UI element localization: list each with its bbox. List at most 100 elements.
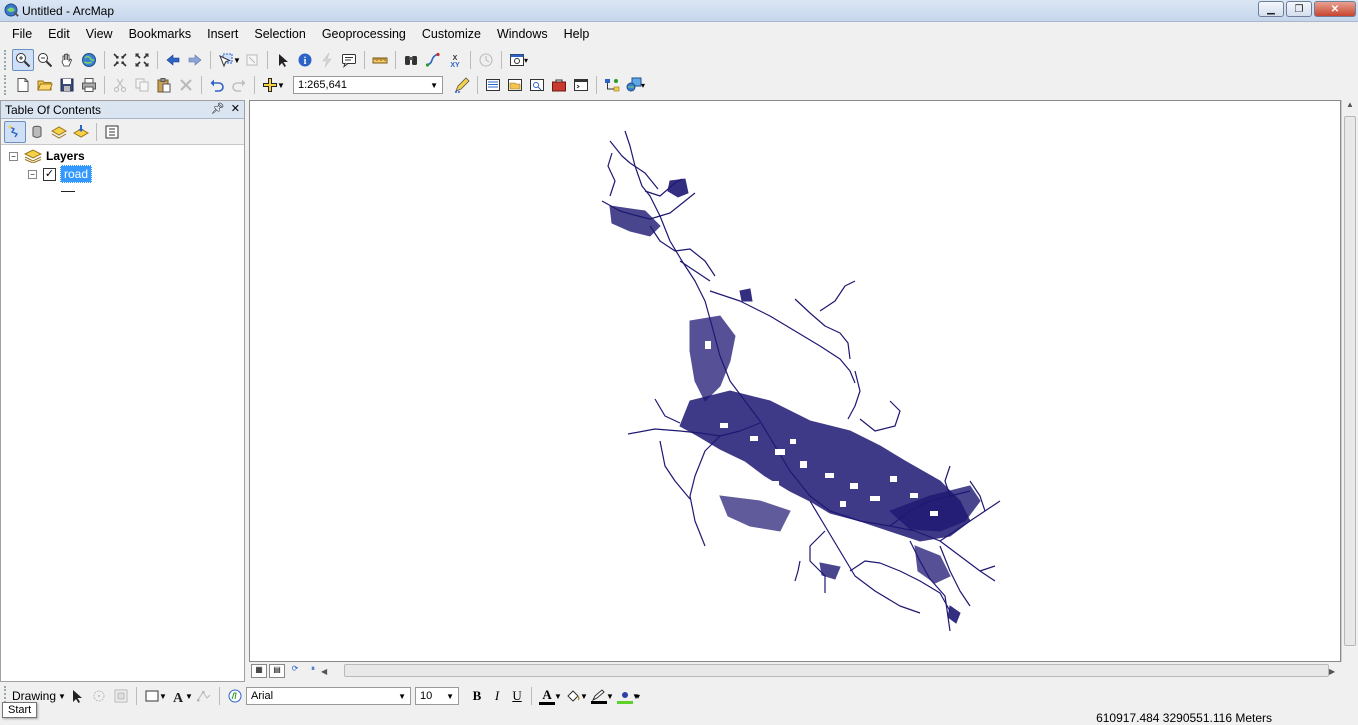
pause-drawing-icon[interactable]: ⏸ xyxy=(305,664,321,678)
layer-visibility-checkbox[interactable]: ✓ xyxy=(43,167,56,181)
arctoolbox-icon[interactable] xyxy=(548,74,570,96)
font-size-combobox[interactable]: 10 ▼ xyxy=(415,687,460,705)
map-vertical-scrollbar[interactable]: ▲ xyxy=(1341,100,1358,662)
table-of-contents-window-icon[interactable] xyxy=(482,74,504,96)
delete-x-icon[interactable] xyxy=(175,74,197,96)
layers-group-row[interactable]: − Layers xyxy=(9,147,85,165)
font-dropdown-arrow-icon[interactable]: ▼ xyxy=(398,692,406,701)
drawing-menu-arrow-icon[interactable]: ▼ xyxy=(58,692,66,701)
zoom-in-icon[interactable] xyxy=(12,49,34,71)
scroll-up-arrow-icon[interactable]: ▲ xyxy=(1342,100,1358,114)
fixed-zoom-out-icon[interactable] xyxy=(131,49,153,71)
horizontal-scroll-thumb[interactable] xyxy=(344,664,1329,677)
layout-view-button[interactable]: ▤ xyxy=(269,664,285,678)
data-view-button[interactable]: ▦ xyxy=(251,664,267,678)
editor-toolbar-icon[interactable] xyxy=(451,74,473,96)
go-back-extent-icon[interactable] xyxy=(162,49,184,71)
bold-button[interactable]: B xyxy=(467,688,487,704)
identify-icon[interactable]: i xyxy=(294,49,316,71)
italic-button[interactable]: I xyxy=(487,688,507,704)
minimize-button[interactable]: ▁ xyxy=(1258,1,1284,17)
select-elements-arrow-icon[interactable] xyxy=(66,685,88,707)
edit-vertices-icon[interactable] xyxy=(193,685,215,707)
new-document-icon[interactable] xyxy=(12,74,34,96)
refresh-icon[interactable]: ⟳ xyxy=(287,664,303,678)
catalog-window-icon[interactable] xyxy=(504,74,526,96)
toolbar-grip[interactable] xyxy=(4,50,8,70)
toolbar-grip[interactable] xyxy=(4,75,8,95)
zoom-to-selected-elements-icon[interactable] xyxy=(110,685,132,707)
menu-selection[interactable]: Selection xyxy=(246,25,313,43)
font-size-dropdown-arrow-icon[interactable]: ▼ xyxy=(446,692,454,701)
select-elements-arrow-icon[interactable] xyxy=(272,49,294,71)
full-extent-globe-icon[interactable] xyxy=(78,49,100,71)
toc-close-icon[interactable]: ✕ xyxy=(231,102,240,115)
layer-row-road[interactable]: − ✓ road xyxy=(28,165,93,183)
menu-customize[interactable]: Customize xyxy=(414,25,489,43)
python-window-icon[interactable] xyxy=(570,74,592,96)
menu-insert[interactable]: Insert xyxy=(199,25,246,43)
close-window-button[interactable]: ✕ xyxy=(1314,1,1356,17)
restore-button[interactable]: ❐ xyxy=(1286,1,1312,17)
font-color-dropdown-arrow-icon[interactable]: ▼ xyxy=(554,692,562,701)
model-builder-icon[interactable] xyxy=(601,74,623,96)
auto-hide-pin-icon[interactable]: 📌︎ xyxy=(211,102,225,115)
font-name-combobox[interactable]: Arial ▼ xyxy=(246,687,412,705)
layer-collapse-icon[interactable]: − xyxy=(28,169,37,179)
map-scale-combobox[interactable]: 1:265,641 ▼ xyxy=(293,76,443,94)
go-forward-extent-icon[interactable] xyxy=(184,49,206,71)
fixed-zoom-in-icon[interactable] xyxy=(109,49,131,71)
measure-ruler-icon[interactable] xyxy=(369,49,391,71)
clear-selection-icon[interactable] xyxy=(241,49,263,71)
select-dropdown-arrow-icon[interactable]: ▼ xyxy=(233,56,241,65)
shape-dropdown-arrow-icon[interactable]: ▼ xyxy=(159,692,167,701)
rotate-icon[interactable] xyxy=(88,685,110,707)
go-to-xy-icon[interactable]: X XY xyxy=(444,49,466,71)
list-by-source-icon[interactable] xyxy=(26,121,48,143)
list-by-drawing-order-icon[interactable] xyxy=(4,120,26,143)
scroll-right-arrow-icon[interactable]: ▶ xyxy=(1329,667,1335,676)
search-window-icon[interactable] xyxy=(526,74,548,96)
menu-edit[interactable]: Edit xyxy=(40,25,78,43)
scroll-left-arrow-icon[interactable]: ◀ xyxy=(321,667,329,676)
find-binoculars-icon[interactable] xyxy=(400,49,422,71)
toolbar-options-arrow-icon[interactable]: ▾ xyxy=(524,56,532,65)
layer-name-road[interactable]: road xyxy=(60,165,93,183)
html-popup-icon[interactable] xyxy=(338,49,360,71)
text-dropdown-arrow-icon[interactable]: ▼ xyxy=(185,692,193,701)
toolbar-options-arrow-icon[interactable]: ▾ xyxy=(636,692,644,701)
text-symbol-icon[interactable] xyxy=(224,685,246,707)
print-icon[interactable] xyxy=(78,74,100,96)
layers-collapse-icon[interactable]: − xyxy=(9,151,18,161)
menu-help[interactable]: Help xyxy=(556,25,598,43)
underline-button[interactable]: U xyxy=(507,688,527,704)
scale-dropdown-arrow-icon[interactable]: ▼ xyxy=(430,81,438,90)
toolbar-options-arrow-icon[interactable]: ▾ xyxy=(641,81,649,90)
fill-color-dropdown-arrow-icon[interactable]: ▼ xyxy=(580,692,588,701)
paste-clipboard-icon[interactable] xyxy=(153,74,175,96)
time-slider-icon[interactable] xyxy=(475,49,497,71)
copy-icon[interactable] xyxy=(131,74,153,96)
list-by-selection-icon[interactable] xyxy=(70,121,92,143)
open-folder-icon[interactable] xyxy=(34,74,56,96)
redo-icon[interactable] xyxy=(228,74,250,96)
vertical-scroll-thumb[interactable] xyxy=(1344,116,1356,646)
pan-hand-icon[interactable] xyxy=(56,49,78,71)
menu-windows[interactable]: Windows xyxy=(489,25,556,43)
menu-file[interactable]: File xyxy=(4,25,40,43)
menu-bookmarks[interactable]: Bookmarks xyxy=(121,25,200,43)
drawing-menu[interactable]: Drawing xyxy=(12,689,56,703)
add-data-dropdown-arrow-icon[interactable]: ▼ xyxy=(277,81,285,90)
toc-options-icon[interactable] xyxy=(101,121,123,143)
line-color-dropdown-arrow-icon[interactable]: ▼ xyxy=(606,692,614,701)
menu-view[interactable]: View xyxy=(78,25,121,43)
hyperlink-bolt-icon[interactable] xyxy=(316,49,338,71)
line-symbol-swatch[interactable] xyxy=(61,190,75,192)
undo-icon[interactable] xyxy=(206,74,228,96)
find-route-icon[interactable] xyxy=(422,49,444,71)
zoom-out-icon[interactable] xyxy=(34,49,56,71)
map-display[interactable] xyxy=(249,100,1341,662)
save-disk-icon[interactable] xyxy=(56,74,78,96)
list-by-visibility-icon[interactable] xyxy=(48,121,70,143)
menu-geoprocessing[interactable]: Geoprocessing xyxy=(314,25,414,43)
